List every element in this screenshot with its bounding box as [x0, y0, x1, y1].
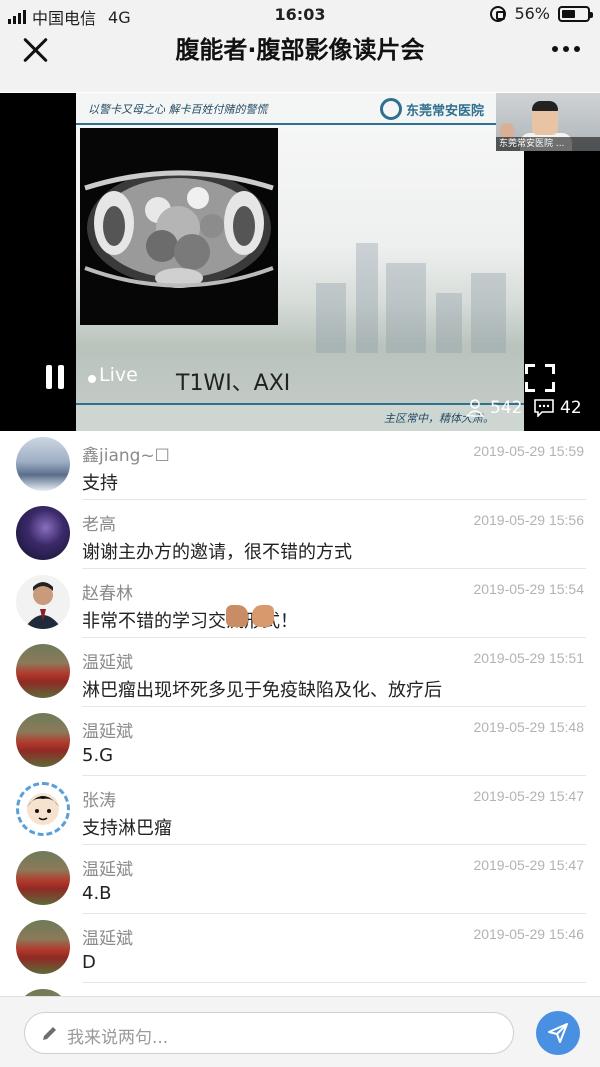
speaker-camera-thumbnail[interactable]: 东莞常安医院 ...	[496, 93, 600, 151]
comment-text: 4.B	[82, 883, 112, 904]
comment-row[interactable]: 老高 2019-05-29 15:56 谢谢主办方的邀请，很不错的方式	[0, 500, 600, 569]
camera-label: 东莞常安医院 ...	[496, 137, 600, 151]
comment-author: 温延斌	[82, 653, 133, 673]
comment-time: 2019-05-29 15:56	[473, 512, 584, 528]
divider	[82, 982, 586, 983]
live-dot-icon	[88, 375, 96, 383]
comment-text: 淋巴瘤出现坏死多见于免疫缺陷及化、放疗后	[82, 680, 442, 701]
avatar[interactable]	[16, 644, 70, 698]
comment-author: 温延斌	[82, 929, 133, 949]
comment-author: 温延斌	[82, 722, 133, 742]
slide-caption: T1WI、AXI	[176, 371, 291, 396]
comment-input-placeholder: 我来说两句...	[67, 1028, 169, 1048]
hospital-name: 东莞常安医院	[405, 103, 484, 119]
slide-header: 以警卡又母之心 解卡百姓付赌的警慌 东莞常安医院	[76, 93, 524, 125]
speaker-hair	[532, 101, 558, 111]
comment-list[interactable]: 鑫jiang~☐ 2019-05-29 15:59 支持老高 2019-05-29 1…	[0, 431, 600, 996]
comment-row[interactable]: 温延斌 2019-05-29 15:47 4.B	[0, 845, 600, 914]
avatar[interactable]	[16, 506, 70, 560]
presentation-slide: 以警卡又母之心 解卡百姓付赌的警慌 东莞常安医院 T1WI、AXI 主区常中，精…	[76, 93, 524, 431]
comment-text: 支持淋巴瘤	[82, 818, 172, 839]
close-icon[interactable]	[22, 36, 50, 64]
rotation-lock-icon	[490, 5, 507, 22]
thumbs-up-clap-emoji-icon	[226, 605, 274, 627]
avatar[interactable]	[16, 437, 70, 491]
comment-row[interactable]: 赵春林 2019-05-29 15:54 非常不错的学习交流形式！	[0, 569, 600, 638]
comment-row[interactable]: 温延斌 2019-05-29 15:48 5.G	[0, 707, 600, 776]
hospital-logo-icon	[379, 98, 402, 120]
title-bar: 腹能者·腹部影像读片会	[0, 30, 600, 92]
more-options-icon[interactable]	[552, 46, 580, 52]
comment-time: 2019-05-29 15:54	[473, 581, 584, 597]
avatar[interactable]	[16, 713, 70, 767]
viewer-count-value: 542	[490, 398, 523, 418]
hospital-logo: 东莞常安医院	[379, 98, 484, 120]
comment-row[interactable]: 温延斌 2019-05-29 15:51 淋巴瘤出现坏死多见于免疫缺陷及化、放疗后	[0, 638, 600, 707]
status-bar: 中国电信 4G 16:03 56%	[0, 0, 600, 30]
live-label: Live	[99, 364, 138, 386]
comment-author: 鑫jiang~☐	[82, 446, 170, 466]
comment-row[interactable]: 温延斌 2019-05-29 15:46 D	[0, 914, 600, 983]
video-player[interactable]: 以警卡又母之心 解卡百姓付赌的警慌 东莞常安医院 T1WI、AXI 主区常中，精…	[0, 93, 600, 431]
comment-input[interactable]: 我来说两句...	[24, 1012, 514, 1054]
comment-author: 老高	[82, 515, 116, 535]
mri-scan-image	[80, 128, 278, 325]
comment-text: 支持	[82, 473, 118, 494]
comment-time: 2019-05-29 15:48	[473, 719, 584, 735]
comment-text: D	[82, 952, 96, 973]
comment-input-bar: 我来说两句...	[0, 996, 600, 1067]
comment-row[interactable]: 张涛 2019-05-29 15:47 支持淋巴瘤	[0, 776, 600, 845]
comment-count: 42	[534, 398, 582, 418]
comment-time: 2019-05-29 15:47	[473, 788, 584, 804]
comment-author: 赵春林	[82, 584, 133, 604]
avatar[interactable]	[16, 989, 70, 996]
fullscreen-icon[interactable]	[525, 364, 555, 392]
comment-time: 2019-05-29 15:59	[473, 443, 584, 459]
viewer-count: 542	[466, 398, 522, 418]
comment-author: 温延斌	[82, 860, 133, 880]
comment-time: 2019-05-29 15:47	[473, 857, 584, 873]
person-icon	[466, 399, 484, 417]
battery-percent: 56%	[514, 4, 550, 23]
avatar[interactable]	[16, 782, 70, 836]
comment-text: 5.G	[82, 745, 114, 766]
comment-count-value: 42	[560, 398, 582, 418]
pencil-icon	[43, 1027, 56, 1040]
slide-motto: 以警卡又母之心 解卡百姓付赌的警慌	[88, 103, 268, 116]
pause-icon[interactable]	[44, 365, 66, 389]
battery-icon	[558, 5, 593, 22]
comment-time: 2019-05-29 15:51	[473, 650, 584, 666]
comment-bubble-icon	[534, 399, 554, 417]
status-right: 56%	[490, 4, 593, 23]
comment-time: 2019-05-29 15:46	[473, 926, 584, 942]
avatar[interactable]	[16, 575, 70, 629]
comment-author: 张涛	[82, 791, 116, 811]
comment-row[interactable]: 鑫jiang~☐ 2019-05-29 15:59 支持	[0, 431, 600, 500]
background-buildings	[296, 233, 516, 353]
send-button[interactable]	[536, 1011, 580, 1055]
avatar[interactable]	[16, 920, 70, 974]
avatar[interactable]	[16, 851, 70, 905]
page-title: 腹能者·腹部影像读片会	[175, 36, 425, 64]
send-icon	[548, 1023, 568, 1043]
comment-text: 谢谢主办方的邀请，很不错的方式	[82, 542, 352, 563]
slide-footer: 主区常中，精体大肃。	[76, 403, 524, 431]
